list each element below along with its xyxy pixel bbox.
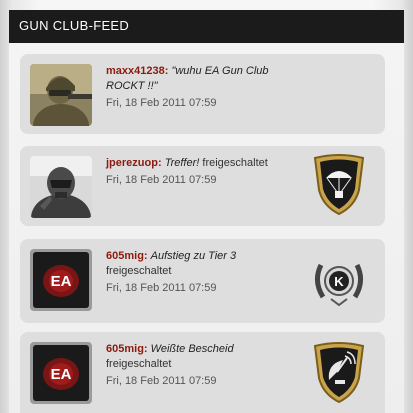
- gun-club-feed-widget: GUN CLUB-FEED maxx41238: "wuhu EA Gun Cl…: [0, 0, 413, 413]
- feed-date: Fri, 18 Feb 2011 07:59: [106, 375, 217, 387]
- feed-username[interactable]: 605mig:: [106, 343, 148, 355]
- feed-date: Fri, 18 Feb 2011 07:59: [106, 97, 217, 109]
- svg-text:EA: EA: [51, 273, 72, 290]
- feed-item-text: 605mig: Weißte Bescheid freigeschaltet F…: [106, 342, 306, 389]
- feed-username[interactable]: 605mig:: [106, 250, 148, 262]
- feed-date: Fri, 18 Feb 2011 07:59: [106, 282, 217, 294]
- tier-wreath-badge-icon: K: [311, 253, 367, 313]
- feed-suffix: freigeschaltet: [106, 265, 172, 277]
- soldier-avatar-icon[interactable]: [30, 64, 92, 126]
- feed-item: jperezuop: Treffer! freigeschaltet Fri, …: [20, 146, 385, 226]
- feed-item: EA 605mig: Weißte Bescheid freigeschalte…: [20, 332, 385, 413]
- feed-suffix: freigeschaltet: [202, 157, 268, 169]
- svg-text:K: K: [334, 274, 344, 289]
- feed-header: GUN CLUB-FEED: [9, 10, 404, 43]
- ea-logo-avatar-icon[interactable]: EA: [30, 342, 92, 404]
- feed-title: GUN CLUB-FEED: [19, 18, 130, 33]
- feed-username[interactable]: jperezuop:: [106, 157, 162, 169]
- feed-message: Aufstieg zu Tier 3: [150, 250, 237, 262]
- feed-item-text: maxx41238: "wuhu EA Gun Club ROCKT !!" F…: [106, 64, 306, 111]
- feed-item-text: jperezuop: Treffer! freigeschaltet Fri, …: [106, 156, 306, 188]
- radar-badge-icon: [311, 342, 367, 404]
- feed-message: Treffer!: [164, 157, 200, 169]
- feed-date: Fri, 18 Feb 2011 07:59: [106, 174, 217, 186]
- feed-item: maxx41238: "wuhu EA Gun Club ROCKT !!" F…: [20, 54, 385, 134]
- svg-text:EA: EA: [51, 366, 72, 383]
- parachute-badge-icon: [311, 154, 367, 216]
- feed-item: EA 605mig: Aufstieg zu Tier 3 freigescha…: [20, 239, 385, 323]
- feed-username[interactable]: maxx41238:: [106, 65, 168, 77]
- feed-message: Weißte Bescheid: [150, 343, 234, 355]
- nanosuit-avatar-icon[interactable]: [30, 156, 92, 218]
- feed-suffix: freigeschaltet: [106, 358, 172, 370]
- feed-item-text: 605mig: Aufstieg zu Tier 3 freigeschalte…: [106, 249, 306, 296]
- ea-logo-avatar-icon[interactable]: EA: [30, 249, 92, 311]
